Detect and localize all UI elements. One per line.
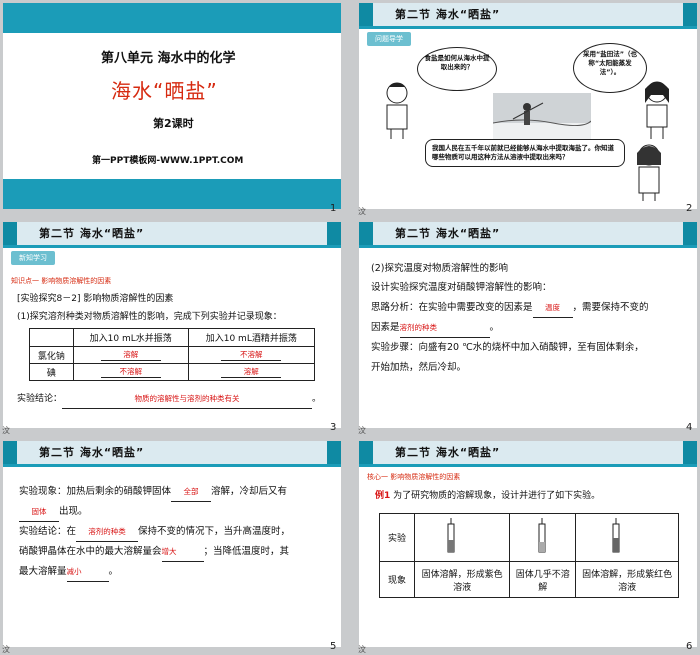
header-water: 加入10 mL水并振荡 bbox=[72, 328, 189, 347]
line-5: 最大溶解量减小。 bbox=[19, 563, 118, 582]
line-3: 实验结论：在 溶剂的种类 保持不变的情况下，当升高温度时， bbox=[19, 523, 290, 542]
conclusion-blank[interactable]: 物质的溶解性与溶剂的种类有关 bbox=[62, 390, 313, 409]
line-3: 思路分析：在实验中需要改变的因素是 温度 ，需要保持不变的 bbox=[371, 299, 649, 318]
answer-blank[interactable]: 增大 bbox=[161, 543, 204, 562]
question-tag: 问题导学 bbox=[367, 32, 411, 46]
line-5: 实验步骤：向盛有20 ℃水的烧杯中加入硝酸钾，至有固体剩余， bbox=[371, 342, 644, 353]
tube-1-icon bbox=[413, 513, 511, 562]
experiment-table: 实验 现象 固体溶解，形成紫色溶液 固体几乎不溶解 固体溶解，形成紫红色溶液 bbox=[379, 513, 679, 598]
answer-blank[interactable]: 溶剂的种类 bbox=[399, 319, 490, 338]
watermark: 汶 bbox=[358, 426, 366, 435]
answer-blank[interactable]: 不溶解 bbox=[100, 366, 161, 378]
slide-header: 第二节 海水“晒盐” bbox=[359, 3, 697, 26]
lesson-label: 第2课时 bbox=[153, 117, 194, 130]
line-4: 因素是溶剂的种类。 bbox=[371, 319, 499, 338]
watermark: 汶 bbox=[358, 645, 366, 654]
page-number: 4 bbox=[686, 422, 693, 433]
answer-blank[interactable]: 不溶解 bbox=[221, 349, 282, 361]
conclusion-label: 实验结论： bbox=[17, 394, 63, 404]
tube-2-icon bbox=[509, 513, 577, 562]
answer-blank[interactable]: 减小 bbox=[66, 563, 109, 582]
section-title: 第二节 海水“晒盐” bbox=[395, 446, 501, 459]
line-1: 实验现象：加热后剩余的硝酸钾固体 全部 溶解，冷却后又有 bbox=[19, 483, 287, 502]
teacher-figure-icon bbox=[637, 144, 661, 201]
line-2: 固体 出现。 bbox=[19, 503, 88, 522]
section-title: 第二节 海水“晒盐” bbox=[39, 227, 145, 240]
slide-header: 第二节 海水“晒盐” bbox=[3, 441, 341, 464]
page-number: 3 bbox=[330, 422, 337, 433]
result-table: 加入10 mL水并振荡 加入10 mL酒精并振荡 氯化钠 溶解 不溶解 碘 不溶解… bbox=[29, 328, 316, 381]
watermark: 汶 bbox=[2, 645, 10, 654]
bottom-band bbox=[3, 179, 341, 209]
page-number: 1 bbox=[330, 203, 337, 214]
core-point: 核心一 影响物质溶解性的因素 bbox=[367, 473, 461, 481]
speech-bubble-left: 食盐是如何从海水中提取出来的？ bbox=[417, 47, 497, 91]
slide-3[interactable]: 第二节 海水“晒盐” 新知学习 知识点一 影响物质溶解性的因素 [实验探究8－2… bbox=[3, 222, 341, 428]
slide-6[interactable]: 第二节 海水“晒盐” 核心一 影响物质溶解性的因素 例1 为了研究物质的溶解现象… bbox=[359, 441, 697, 647]
example-line: 例1 为了研究物质的溶解现象，设计并进行了如下实验。 bbox=[375, 491, 601, 501]
slide-1[interactable]: 第八单元 海水中的化学 海水“晒盐” 第2课时 第一PPT模板网-WWW.1PP… bbox=[3, 3, 341, 209]
page-number: 6 bbox=[686, 641, 693, 652]
salt-field-photo bbox=[493, 93, 591, 145]
slide-5[interactable]: 第二节 海水“晒盐” 实验现象：加热后剩余的硝酸钾固体 全部 溶解，冷却后又有 固体… bbox=[3, 441, 341, 647]
page-number: 2 bbox=[686, 203, 693, 214]
section-title: 第二节 海水“晒盐” bbox=[395, 227, 501, 240]
answer-blank[interactable]: 溶剂的种类 bbox=[76, 523, 139, 542]
section-title: 第二节 海水“晒盐” bbox=[395, 8, 501, 21]
example-label: 例1 bbox=[375, 491, 391, 501]
phenomenon-1: 固体溶解，形成紫色溶液 bbox=[413, 561, 511, 598]
unit-title: 第八单元 海水中的化学 bbox=[101, 51, 236, 66]
slide-header: 第二节 海水“晒盐” bbox=[3, 222, 341, 245]
slide-4[interactable]: 第二节 海水“晒盐” (2)探究温度对物质溶解性的影响 设计实验探究温度对硝酸钾… bbox=[359, 222, 697, 428]
slide-header: 第二节 海水“晒盐” bbox=[359, 222, 697, 245]
girl-figure-icon bbox=[645, 81, 669, 139]
source-text: 第一PPT模板网-WWW.1PPT.COM bbox=[92, 156, 244, 166]
answer-blank[interactable]: 温度 bbox=[532, 299, 573, 318]
watermark: 汶 bbox=[2, 426, 10, 435]
speech-bubble-bottom: 我国人民在五千年以前就已经能够从海水中提取海盐了。你知道哪些物质可以用这种方法从… bbox=[425, 139, 625, 167]
new-learning-tag: 新知学习 bbox=[11, 251, 55, 265]
line-4: 硝酸钾晶体在水中的最大溶解量会增大 ；当降低温度时，其 bbox=[19, 543, 289, 562]
line-1: (2)探究温度对物质溶解性的影响 bbox=[371, 263, 508, 274]
phenomenon-2: 固体几乎不溶解 bbox=[509, 561, 577, 598]
question-1: (1)探究溶剂种类对物质溶解性的影响，完成下列实验并记录现象： bbox=[17, 312, 282, 322]
row-nacl: 氯化钠 bbox=[29, 346, 74, 364]
page-number: 5 bbox=[330, 641, 337, 652]
section-title: 第二节 海水“晒盐” bbox=[39, 446, 145, 459]
conclusion-line: 实验结论： 物质的溶解性与溶剂的种类有关。 bbox=[17, 390, 321, 409]
main-title: 海水“晒盐” bbox=[111, 79, 218, 103]
line-6: 开始加热，然后冷却。 bbox=[371, 362, 467, 373]
header-alcohol: 加入10 mL酒精并振荡 bbox=[187, 328, 316, 347]
experiment-title: [实验探究8－2] 影响物质溶解性的因素 bbox=[17, 294, 174, 304]
slide-header: 第二节 海水“晒盐” bbox=[359, 441, 697, 464]
answer-blank[interactable]: 溶解 bbox=[100, 349, 161, 361]
watermark: 汶 bbox=[358, 207, 366, 216]
slide-2[interactable]: 第二节 海水“晒盐” 问题导学 食盐是如何从海水中提取出来的？ 采用“盐田法”（… bbox=[359, 3, 697, 209]
line-2: 设计实验探究温度对硝酸钾溶解性的影响： bbox=[371, 282, 552, 293]
row-iodine: 碘 bbox=[29, 363, 74, 381]
speech-bubble-right: 采用“盐田法”（也称“太阳能蒸发法”）。 bbox=[573, 43, 647, 93]
answer-blank[interactable]: 固体 bbox=[19, 503, 59, 522]
phenomenon-3: 固体溶解，形成紫红色溶液 bbox=[575, 561, 679, 598]
tube-3-icon bbox=[575, 513, 679, 562]
knowledge-point: 知识点一 影响物质溶解性的因素 bbox=[11, 277, 112, 285]
answer-blank[interactable]: 全部 bbox=[171, 483, 212, 502]
row-experiment: 实验 bbox=[379, 513, 415, 562]
row-phenomenon: 现象 bbox=[379, 561, 415, 598]
boy-figure-icon bbox=[386, 82, 408, 139]
top-band bbox=[3, 3, 341, 33]
answer-blank[interactable]: 溶解 bbox=[221, 366, 282, 378]
